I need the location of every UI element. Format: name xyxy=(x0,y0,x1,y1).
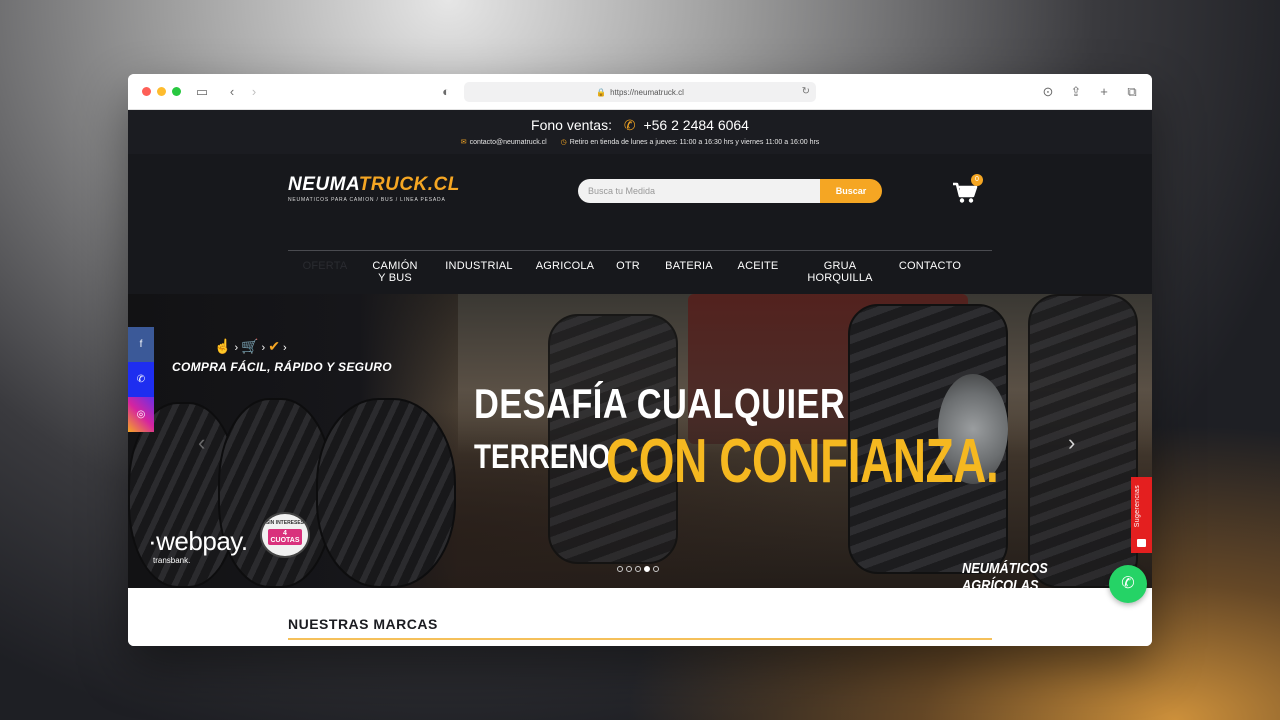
fono-label: Fono ventas: xyxy=(531,117,612,133)
window-controls xyxy=(142,87,181,96)
sales-phone-number[interactable]: +56 2 2484 6064 xyxy=(643,117,749,133)
tire-stack-3 xyxy=(316,398,456,588)
slider-dot[interactable] xyxy=(626,566,632,572)
contact-topbar: Fono ventas: ✆ +56 2 2484 6064 ✉ contacto… xyxy=(128,110,1152,154)
nav-item-camion-bus[interactable]: CAMIÓN Y BUS xyxy=(364,260,426,284)
phone-call-icon[interactable]: ✆ xyxy=(128,362,154,397)
back-icon[interactable]: ‹ xyxy=(224,84,240,100)
nav-item-industrial[interactable]: INDUSTRIAL xyxy=(438,260,520,284)
slider-dot[interactable] xyxy=(635,566,641,572)
slider-dot-active[interactable] xyxy=(644,566,650,572)
facebook-icon[interactable]: f xyxy=(128,327,154,362)
phone-icon: ✆ xyxy=(623,117,636,133)
purchase-steps-icons: ☝›🛒›✔› xyxy=(214,338,290,354)
sidebar-icon[interactable]: ▭ xyxy=(194,84,210,100)
badge-cuotas: 4 CUOTAS xyxy=(268,529,302,545)
slider-dot[interactable] xyxy=(653,566,659,572)
shield-icon[interactable]: ◐ xyxy=(438,84,454,100)
hero-headline-confianza: CON CONFIANZA. xyxy=(606,427,999,496)
logo-text-a: NEUMA xyxy=(288,174,359,195)
mail-icon: ✉ xyxy=(460,139,467,146)
search-form: Buscar xyxy=(578,179,882,203)
store-hours: Retiro en tienda de lunes a jueves: 11:0… xyxy=(569,139,820,146)
tractor-side-tire xyxy=(1028,294,1138,588)
address-bar[interactable]: 🔒 https://neumatruck.cl ↻ xyxy=(464,82,816,102)
clock-icon: ◷ xyxy=(560,139,567,146)
nav-item-bateria[interactable]: BATERIA xyxy=(658,260,720,284)
forward-icon[interactable]: › xyxy=(246,84,262,100)
nav-item-aceite[interactable]: ACEITE xyxy=(732,260,784,284)
nav-item-grua-horquilla[interactable]: GRUA HORQUILLA xyxy=(798,260,882,284)
transbank-text: transbank. xyxy=(153,556,191,565)
hero-category-label: NEUMÁTICOS AGRÍCOLAS xyxy=(962,560,1048,588)
minimize-window-button[interactable] xyxy=(157,87,166,96)
close-window-button[interactable] xyxy=(142,87,151,96)
slider-next-icon[interactable]: › xyxy=(1068,430,1075,456)
sugerencias-tab[interactable]: Sugerencias xyxy=(1131,477,1152,553)
download-icon[interactable]: ⊙ xyxy=(1040,84,1056,100)
cart-button[interactable]: 0 xyxy=(952,174,983,204)
main-nav: OFERTA CAMIÓN Y BUS INDUSTRIAL AGRICOLA … xyxy=(288,260,992,284)
marcas-underline xyxy=(288,638,992,640)
cart-count-badge: 0 xyxy=(971,174,983,186)
marcas-title: NUESTRAS MARCAS xyxy=(288,616,438,632)
sugerencias-label: Sugerencias xyxy=(1134,485,1141,528)
hero-headline-terreno: TERRENO xyxy=(474,438,611,476)
webpay-logo: ·webpay. xyxy=(148,526,248,556)
slider-prev-icon[interactable]: ‹ xyxy=(198,430,205,456)
whatsapp-button[interactable]: ✆ xyxy=(1109,565,1147,603)
new-tab-icon[interactable]: + xyxy=(1096,84,1112,100)
slider-dot[interactable] xyxy=(617,566,623,572)
shield-check-icon: ✔ xyxy=(268,338,283,354)
instagram-icon[interactable]: ◎ xyxy=(128,397,154,432)
share-icon[interactable]: ⇪ xyxy=(1068,84,1084,100)
social-sidebar: f ✆ ◎ xyxy=(128,327,154,432)
lock-icon: 🔒 xyxy=(596,87,607,97)
reload-icon[interactable]: ↻ xyxy=(802,86,810,97)
url-text: https://neumatruck.cl xyxy=(610,87,684,97)
hero-compra-text: COMPRA FÁCIL, RÁPIDO Y SEGURO xyxy=(172,360,392,374)
nav-item-oferta[interactable]: OFERTA xyxy=(296,260,354,284)
badge-sin-intereses: SIN INTERESES xyxy=(265,520,305,526)
hero-slider[interactable]: ☝›🛒›✔› COMPRA FÁCIL, RÁPIDO Y SEGURO DES… xyxy=(128,294,1152,588)
cuotas-badge: SIN INTERESES 4 CUOTAS xyxy=(260,512,310,558)
tabs-overview-icon[interactable]: ⧉ xyxy=(1124,84,1140,100)
contact-info-line: ✉ contacto@neumatruck.cl ◷ Retiro en tiend… xyxy=(128,138,1152,146)
search-input[interactable] xyxy=(578,179,820,203)
site-logo[interactable]: NEUMATRUCK.CL NEUMATICOS PARA CAMION / B… xyxy=(288,174,460,203)
hand-tap-icon: ☝ xyxy=(214,338,235,354)
logo-tagline: NEUMATICOS PARA CAMION / BUS / LINEA PES… xyxy=(288,197,446,203)
slider-dots xyxy=(617,566,659,572)
nav-item-otr[interactable]: OTR xyxy=(610,260,646,284)
whatsapp-icon: ✆ xyxy=(1121,575,1135,592)
contact-email[interactable]: contacto@neumatruck.cl xyxy=(470,139,547,146)
nav-divider xyxy=(288,250,992,251)
feedback-icon xyxy=(1137,539,1146,547)
fast-cart-icon: 🛒 xyxy=(241,338,262,354)
sales-phone-line: Fono ventas: ✆ +56 2 2484 6064 xyxy=(128,110,1152,134)
nav-item-contacto[interactable]: CONTACTO xyxy=(890,260,970,284)
marcas-section: NUESTRAS MARCAS xyxy=(128,588,1152,646)
search-button[interactable]: Buscar xyxy=(820,179,882,203)
site-header: NEUMATRUCK.CL NEUMATICOS PARA CAMION / B… xyxy=(128,154,1152,294)
browser-window: ▭ ‹ › ◐ 🔒 https://neumatruck.cl ↻ ⊙ ⇪ + … xyxy=(128,74,1152,646)
logo-text-b: TRUCK.CL xyxy=(358,174,460,195)
nav-item-agricola[interactable]: AGRICOLA xyxy=(530,260,600,284)
browser-toolbar: ▭ ‹ › ◐ 🔒 https://neumatruck.cl ↻ ⊙ ⇪ + … xyxy=(128,74,1152,110)
zoom-window-button[interactable] xyxy=(172,87,181,96)
hero-headline-line1: DESAFÍA CUALQUIER xyxy=(474,380,846,427)
